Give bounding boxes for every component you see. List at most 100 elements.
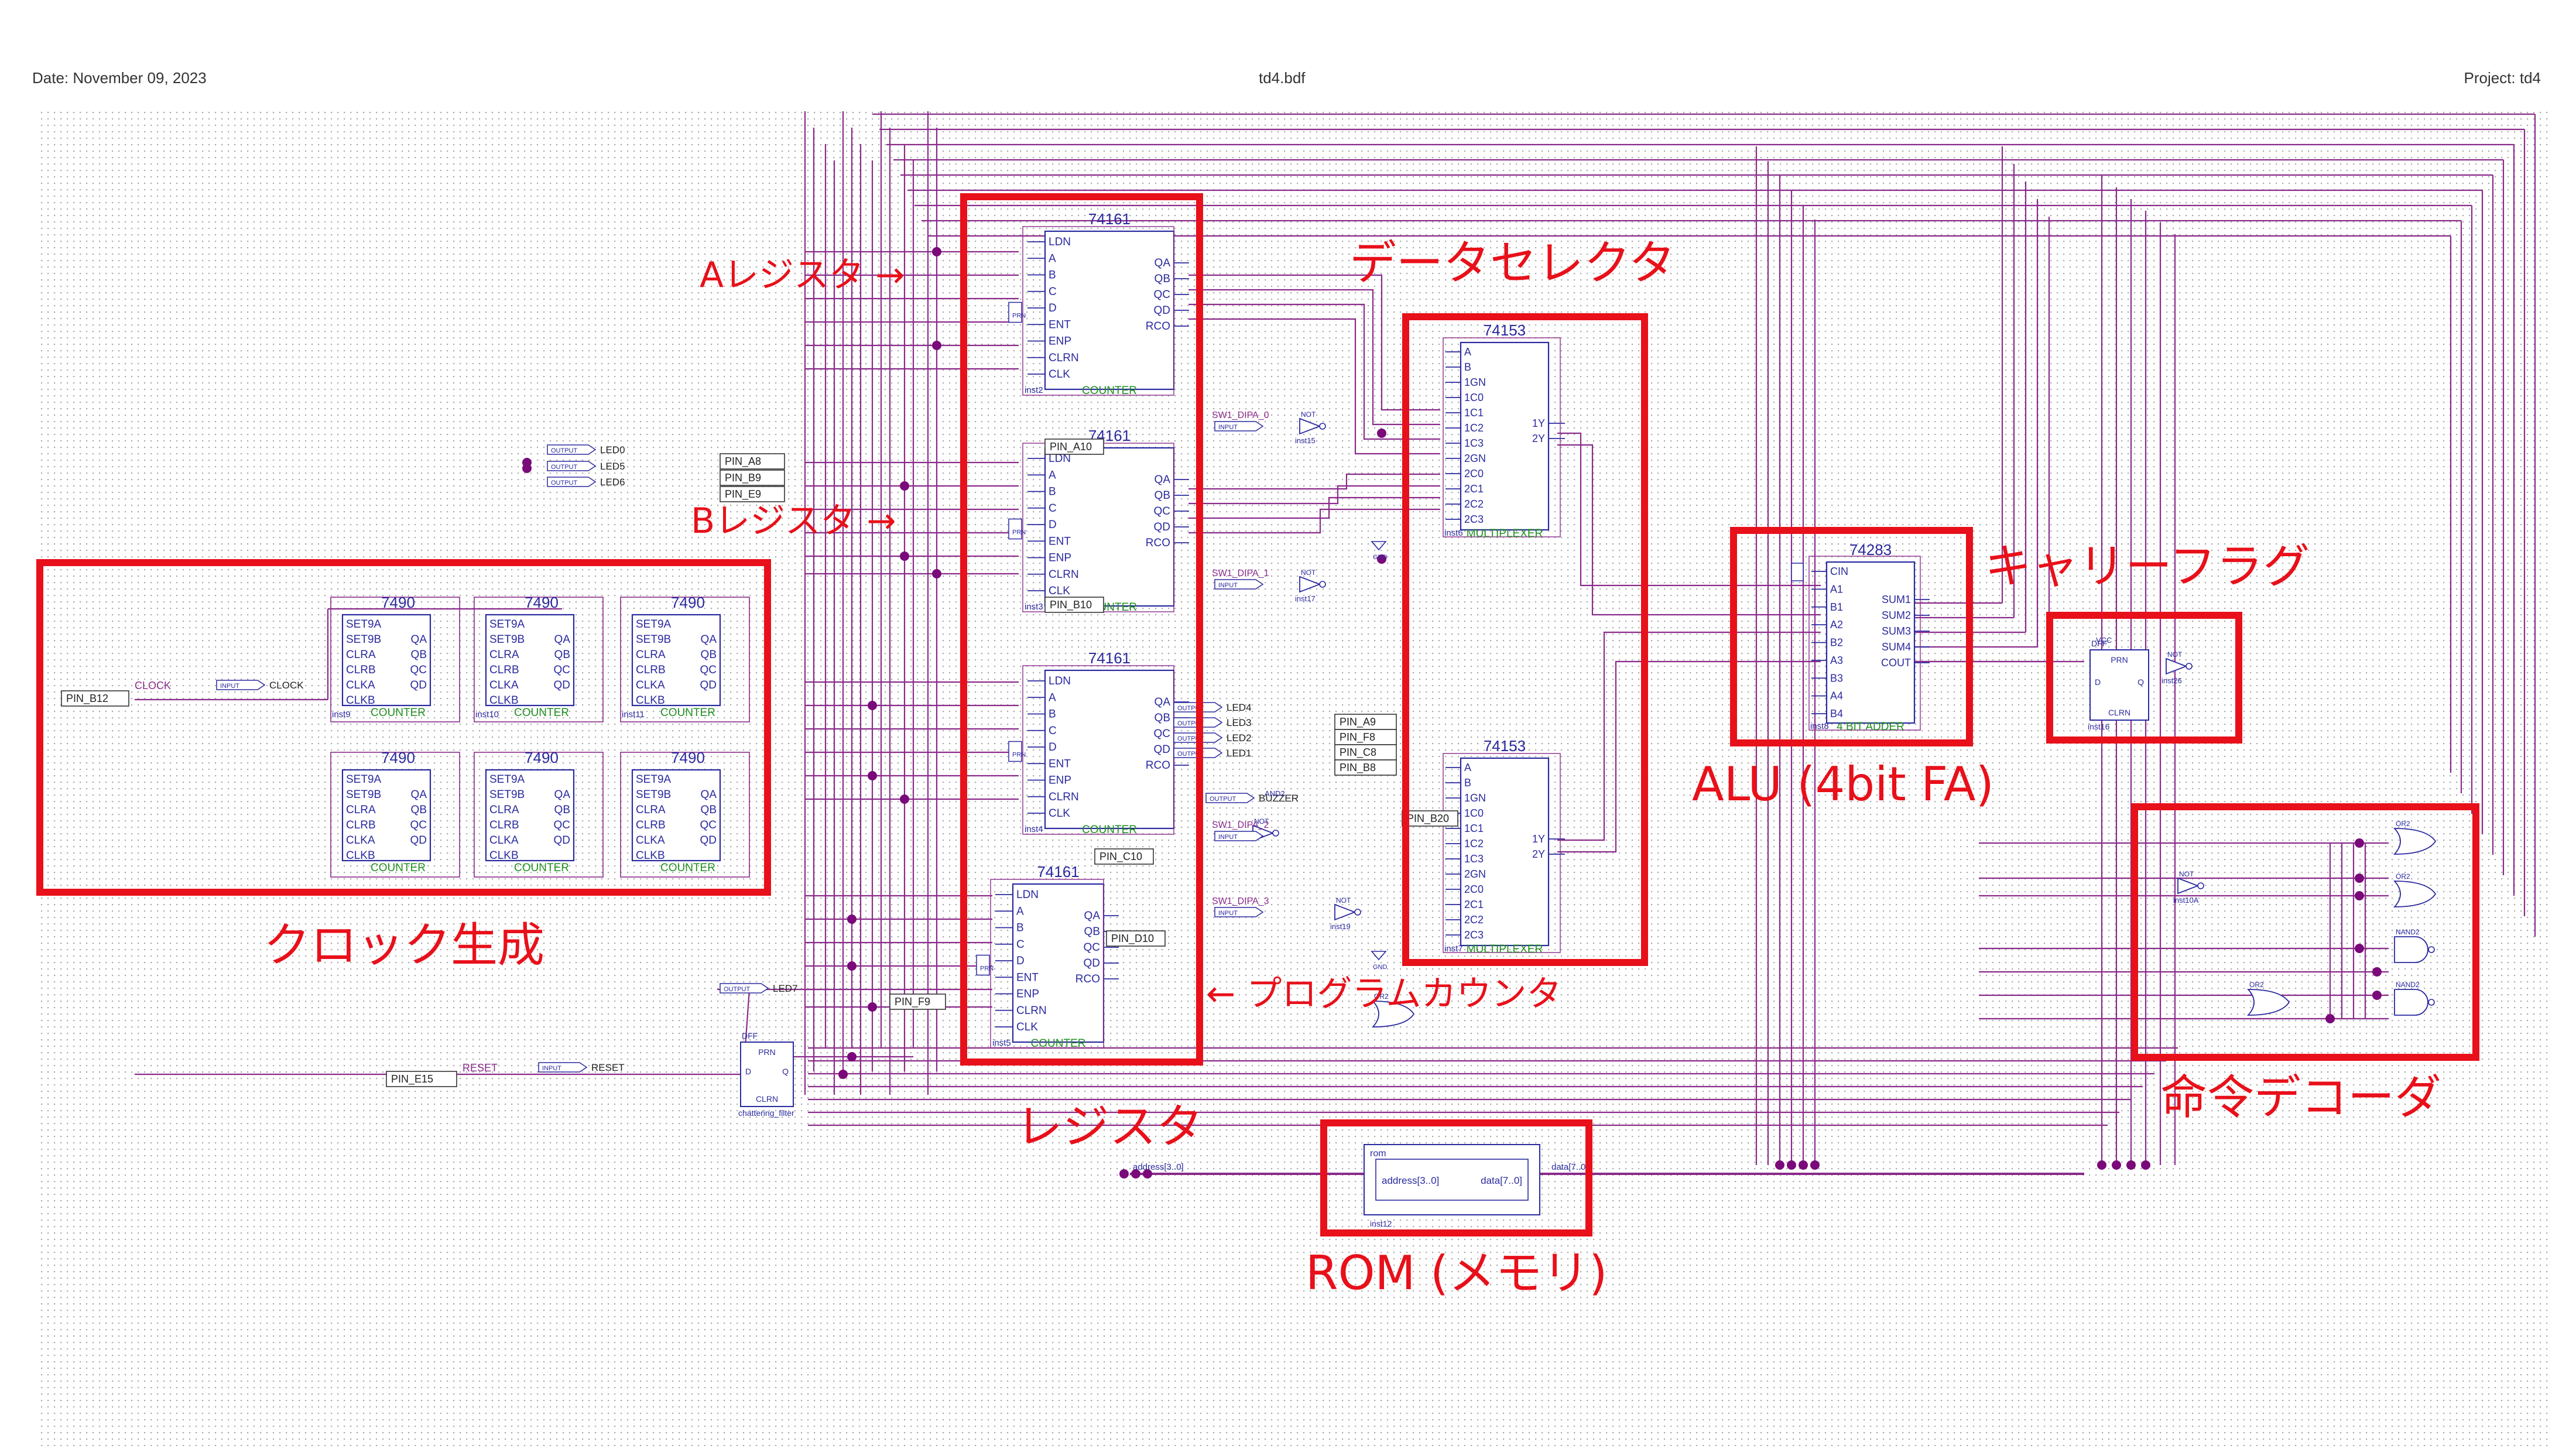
- junction-dot: [932, 569, 941, 578]
- gnd-label: GND: [1373, 554, 1388, 561]
- b-register-label: Bレジスタ →: [691, 501, 896, 542]
- junction-dot: [2097, 1160, 2106, 1170]
- junction-dot: [932, 247, 941, 256]
- io-tag: OUTPUT LED7: [720, 983, 798, 994]
- switch-net-label: SW1_DIPA_3: [1212, 896, 1269, 906]
- junction-dot: [868, 771, 877, 780]
- pin-box-label: PIN_B9: [725, 472, 761, 484]
- program-counter-label: ← プログラムカウンタ: [1206, 974, 1562, 1015]
- junction-dot: [868, 701, 877, 710]
- not-gate-bubble: [1354, 909, 1361, 916]
- junction-dot: [522, 464, 532, 473]
- pin-box: PIN_E15: [386, 1071, 457, 1087]
- clock-highlight-box: [36, 559, 771, 896]
- junction-dot: [1787, 1160, 1796, 1170]
- io-tag-kind: OUTPUT: [551, 479, 578, 487]
- junction-dot: [1775, 1160, 1784, 1170]
- io-tag-label: LED5: [600, 461, 625, 472]
- not-gate-label: NOT: [1301, 410, 1316, 419]
- clock-generation-label: クロック生成: [263, 918, 544, 972]
- io-tag: OUTPUT LED0: [547, 444, 625, 455]
- dff: DFFPRN D Q CLRN chattering_filter: [738, 1031, 794, 1118]
- switch-net-label: SW1_DIPA_1: [1212, 568, 1269, 578]
- io-tag-kind: INPUT: [1218, 834, 1238, 841]
- switch-net-label: SW1_DIPA_2: [1212, 820, 1269, 830]
- not-gate-bubble: [1319, 423, 1326, 430]
- pin-box: PIN_C8: [1334, 744, 1397, 761]
- io-tag-kind: INPUT: [1218, 910, 1238, 917]
- pin-box: PIN_A9: [1334, 714, 1397, 730]
- junction-dot: [1799, 1160, 1808, 1170]
- pin-box: PIN_B9: [720, 470, 785, 486]
- pin-box-label: PIN_E9: [725, 488, 761, 501]
- junction-dot: [1377, 429, 1386, 438]
- junction-dot: [900, 794, 909, 804]
- pin-box-label: PIN_F9: [895, 996, 930, 1008]
- register-highlight-box: [960, 193, 1203, 1066]
- junction-dot: [847, 961, 857, 971]
- io-tag-label: RESET: [591, 1062, 625, 1073]
- junction-dot: [1810, 1160, 1820, 1170]
- not-gate-bubble: [1319, 581, 1326, 588]
- pin-box-label: PIN_A9: [1340, 716, 1376, 728]
- not-gate-instance: inst19: [1330, 922, 1351, 931]
- io-tag-label: LED4: [1227, 702, 1252, 713]
- pin-box: PIN_B8: [1334, 759, 1397, 776]
- dff-instance: chattering_filter: [738, 1108, 794, 1118]
- reset-net-label: RESET: [463, 1062, 498, 1074]
- io-tag-kind: OUTPUT: [551, 464, 578, 471]
- switch-net-label: SW1_DIPA_0: [1212, 410, 1269, 420]
- dff-pin: CLRN: [756, 1094, 778, 1104]
- carry-flag-label: キャリーフラグ: [1985, 539, 2310, 594]
- dff-type: DFF: [742, 1031, 758, 1040]
- gnd-label: GND: [1373, 964, 1388, 971]
- junction-dot: [868, 1002, 877, 1012]
- io-tag: INPUT: [1214, 421, 1264, 431]
- junction-dot: [900, 551, 909, 561]
- junction-dot: [1119, 1169, 1129, 1179]
- pin-box: PIN_A8: [720, 453, 785, 470]
- pin-box-label: PIN_E15: [391, 1073, 433, 1085]
- carry-flag-highlight-box: [2046, 612, 2242, 744]
- junction-dot: [2112, 1160, 2121, 1170]
- pin-box-label: PIN_A8: [725, 455, 761, 468]
- pin-box-label: PIN_F8: [1340, 731, 1375, 744]
- pin-box: PIN_E9: [720, 486, 785, 502]
- dff-pin: Q: [782, 1067, 789, 1076]
- junction-dot: [847, 914, 857, 924]
- not-gate-bubble: [1272, 830, 1279, 837]
- register-label: レジスタ: [1016, 1099, 1203, 1154]
- junction-dot: [932, 341, 941, 350]
- rom-address-bus: address[3..0]: [1133, 1162, 1184, 1172]
- junction-dot: [2126, 1160, 2136, 1170]
- io-tag-label: LED6: [600, 477, 625, 488]
- pin-box: PIN_F8: [1334, 729, 1397, 745]
- rom-memory-label: ROM (メモリ): [1306, 1246, 1608, 1300]
- instruction-decoder-label: 命令デコーダ: [2160, 1070, 2441, 1125]
- dff-pin: PRN: [758, 1047, 776, 1057]
- io-tag: INPUT: [1214, 579, 1264, 590]
- io-tag-kind: INPUT: [542, 1065, 561, 1072]
- io-tag-label: LED0: [600, 444, 625, 455]
- a-register-label: Aレジスタ →: [700, 255, 905, 296]
- alu-label: ALU (4bit FA): [1692, 757, 1994, 811]
- not-gate-label: NOT: [1336, 896, 1351, 905]
- pin-box: PIN_F9: [889, 994, 946, 1010]
- dff-pin: D: [745, 1067, 751, 1076]
- rom-highlight-box: [1320, 1119, 1592, 1236]
- and-gate-label: AND2: [1265, 789, 1285, 798]
- io-tag-kind: OUTPUT: [724, 986, 751, 993]
- io-tag-label: LED7: [773, 983, 798, 994]
- junction-dot: [2141, 1160, 2150, 1170]
- io-tag: OUTPUT LED5: [547, 461, 625, 472]
- io-tag-label: LED1: [1227, 748, 1252, 759]
- alu-highlight-box: [1730, 527, 1973, 746]
- io-tag-kind: OUTPUT: [551, 447, 578, 454]
- io-tag-kind: INPUT: [1218, 582, 1238, 589]
- data-selector-highlight-box: [1402, 313, 1648, 966]
- junction-dot: [847, 1052, 857, 1061]
- decoder-highlight-box: [2131, 803, 2479, 1061]
- data-selector-label: データセレクタ: [1349, 236, 1676, 290]
- io-tag: INPUT: [1214, 831, 1264, 841]
- io-tag-kind: OUTPUT: [1210, 796, 1236, 803]
